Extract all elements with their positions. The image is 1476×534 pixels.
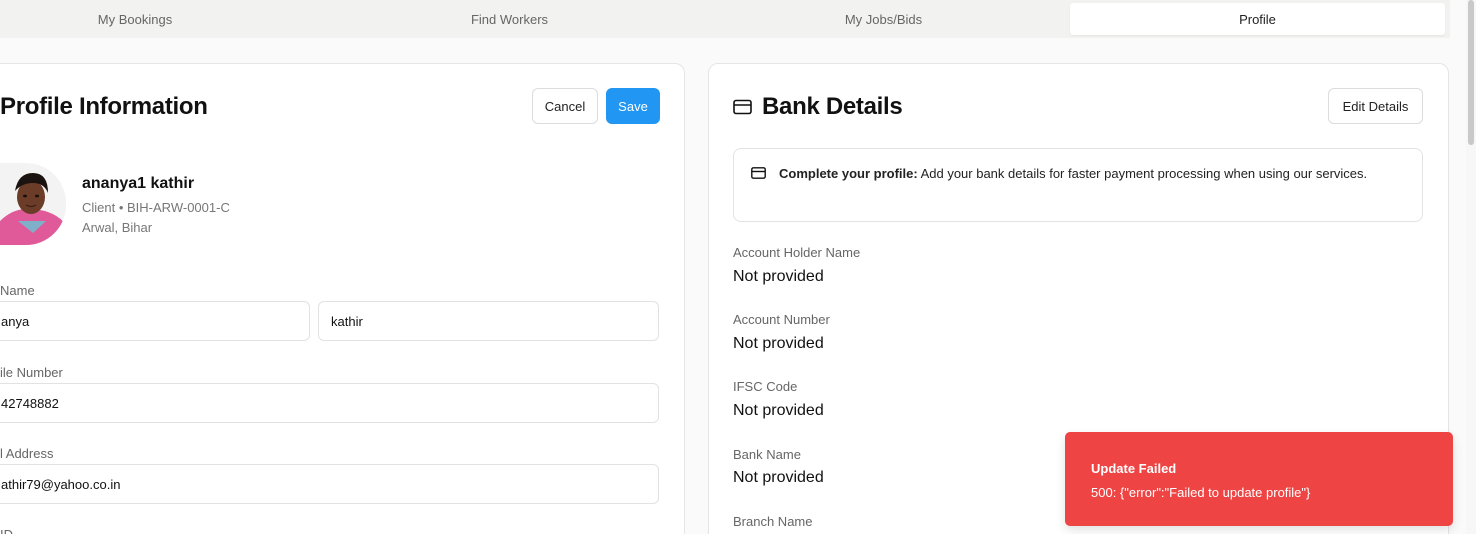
tab-my-bookings[interactable]: My Bookings <box>0 3 270 35</box>
tab-profile[interactable]: Profile <box>1070 3 1445 35</box>
edit-details-button[interactable]: Edit Details <box>1328 88 1423 124</box>
last-name-input[interactable]: kathir <box>318 301 659 341</box>
bank-title-text: Bank Details <box>762 93 903 120</box>
first-name-input[interactable]: anya <box>0 301 310 341</box>
id-label: ID <box>0 527 13 534</box>
error-toast[interactable]: Update Failed 500: {"error":"Failed to u… <box>1065 432 1453 526</box>
tab-my-jobs-bids[interactable]: My Jobs/Bids <box>750 3 1017 35</box>
save-button[interactable]: Save <box>606 88 660 124</box>
ifsc-label: IFSC Code <box>733 379 798 394</box>
profile-name: ananya1 kathir <box>82 175 195 192</box>
ifsc-value: Not provided <box>733 402 824 419</box>
scrollbar-thumb[interactable] <box>1468 0 1474 145</box>
notice-text: Complete your profile: Add your bank det… <box>779 164 1379 184</box>
profile-role-id: Client • BIH-ARW-0001-C <box>82 200 230 215</box>
tab-find-workers[interactable]: Find Workers <box>376 3 643 35</box>
email-label: l Address <box>0 446 54 461</box>
mobile-label: ile Number <box>0 365 63 380</box>
notice-body: Add your bank details for faster payment… <box>917 166 1368 181</box>
profile-title: Profile Information <box>0 93 208 121</box>
mobile-input[interactable]: 42748882 <box>0 383 659 423</box>
bank-name-label: Bank Name <box>733 447 801 462</box>
notice-bold: Complete your profile: <box>779 166 918 181</box>
credit-card-icon <box>751 167 766 179</box>
account-number-label: Account Number <box>733 312 830 327</box>
credit-card-icon <box>733 99 752 115</box>
toast-title: Update Failed <box>1091 461 1177 476</box>
account-holder-value: Not provided <box>733 268 824 285</box>
toast-message: 500: {"error":"Failed to update profile"… <box>1091 485 1311 500</box>
account-holder-label: Account Holder Name <box>733 245 861 260</box>
email-input[interactable]: athir79@yahoo.co.in <box>0 464 659 504</box>
profile-location: Arwal, Bihar <box>82 220 153 235</box>
account-number-value: Not provided <box>733 335 824 352</box>
tab-bar: My Bookings Find Workers My Jobs/Bids Pr… <box>0 0 1450 38</box>
complete-profile-notice: Complete your profile: Add your bank det… <box>733 148 1423 222</box>
profile-title-text: Profile Information <box>0 93 208 120</box>
bank-title: Bank Details <box>733 93 903 121</box>
name-label: Name <box>0 283 35 298</box>
branch-name-label: Branch Name <box>733 514 813 529</box>
bank-name-value: Not provided <box>733 469 824 486</box>
cancel-button[interactable]: Cancel <box>532 88 598 124</box>
